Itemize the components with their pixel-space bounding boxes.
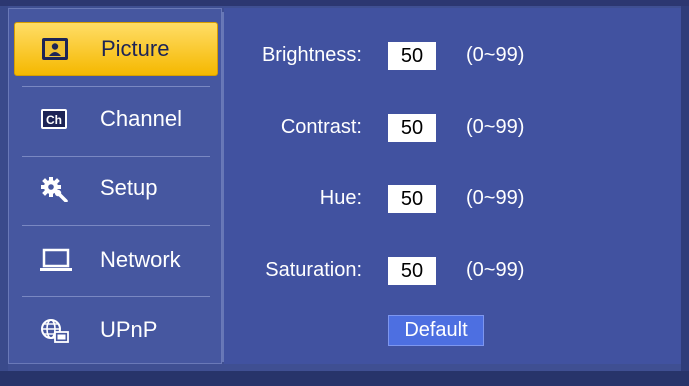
top-border bbox=[0, 0, 689, 6]
sidebar-divider bbox=[22, 156, 210, 157]
contrast-range: (0~99) bbox=[466, 116, 525, 138]
sidebar-divider bbox=[22, 225, 210, 226]
sidebar-item-label: Setup bbox=[100, 175, 158, 200]
gear-icon bbox=[40, 176, 68, 203]
hue-label: Hue: bbox=[319, 187, 362, 209]
sidebar-item-label: UPnP bbox=[100, 317, 158, 342]
left-border bbox=[0, 6, 8, 371]
right-border bbox=[681, 6, 689, 371]
brightness-field[interactable]: 50 bbox=[388, 42, 436, 70]
sidebar-item-label: Picture bbox=[101, 36, 170, 61]
sidebar-divider bbox=[22, 296, 210, 297]
sidebar-item-picture[interactable]: Picture bbox=[14, 22, 218, 76]
hue-range: (0~99) bbox=[466, 187, 525, 209]
sidebar-item-channel[interactable]: Ch Channel bbox=[14, 93, 218, 147]
sidebar-item-label: Channel bbox=[100, 106, 182, 131]
saturation-field[interactable]: 50 bbox=[388, 257, 436, 285]
settings-window: Picture Ch Channel Setup Network UPnP Br… bbox=[0, 0, 689, 386]
brightness-range: (0~99) bbox=[466, 44, 525, 66]
globe-icon bbox=[40, 318, 69, 343]
brightness-label: Brightness: bbox=[261, 44, 362, 66]
contrast-label: Contrast: bbox=[280, 116, 362, 138]
default-button[interactable]: Default bbox=[388, 315, 484, 346]
sidebar-item-label: Network bbox=[100, 247, 181, 272]
contrast-field[interactable]: 50 bbox=[388, 114, 436, 142]
sidebar-divider bbox=[22, 86, 210, 87]
sidebar-item-network[interactable]: Network bbox=[14, 234, 218, 288]
picture-icon bbox=[41, 37, 69, 61]
saturation-range: (0~99) bbox=[466, 259, 525, 281]
hue-field[interactable]: 50 bbox=[388, 185, 436, 213]
bottom-border bbox=[0, 371, 689, 386]
channel-icon: Ch bbox=[40, 107, 68, 131]
sidebar-item-setup[interactable]: Setup bbox=[14, 162, 218, 216]
sidebar-item-upnp[interactable]: UPnP bbox=[14, 304, 218, 358]
laptop-icon bbox=[40, 248, 72, 272]
saturation-label: Saturation: bbox=[265, 259, 362, 281]
svg-text:Ch: Ch bbox=[46, 113, 62, 127]
